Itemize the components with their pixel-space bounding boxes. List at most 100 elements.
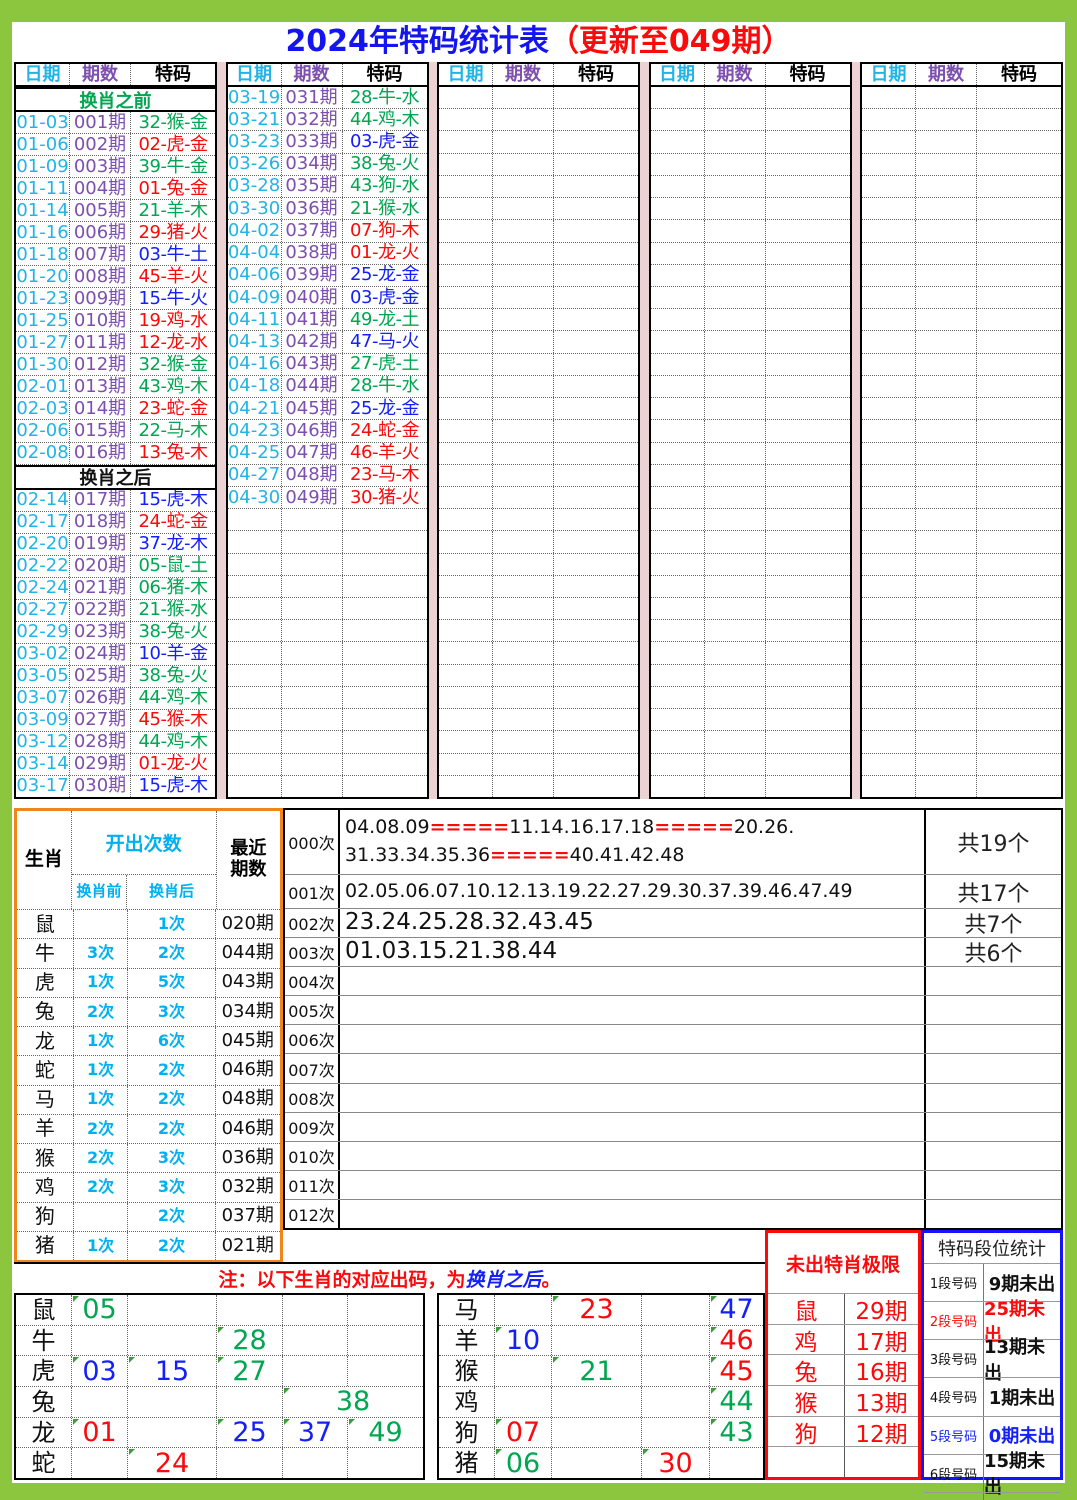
issue-cell — [916, 553, 977, 575]
issue-cell — [493, 642, 554, 664]
recent-issue: 044期 — [221, 942, 274, 964]
missing-zodiac-row: 鸡 17期 — [768, 1323, 918, 1356]
zodiac-label: 牛 — [16, 1325, 72, 1356]
issue-cell: 018期 — [70, 511, 131, 533]
occurrence-count-label: 001次 — [285, 875, 340, 908]
frequency-row: 010次 — [285, 1141, 1061, 1171]
empty-row — [227, 664, 427, 687]
column-group-separator — [640, 62, 649, 799]
number-list: 40.41.42.48 — [569, 844, 685, 866]
result-column-group: 日期 期数 特码 — [860, 62, 1063, 799]
issue-cell — [916, 731, 977, 753]
code-cell — [766, 243, 850, 264]
date-cell — [439, 620, 493, 642]
column-header-row: 日期 期数 特码 — [16, 64, 215, 87]
empty-cell — [495, 1356, 552, 1387]
result-row: 03-17 030期 15-虎-木 — [16, 775, 215, 797]
occurrence-count-label: 008次 — [285, 1083, 340, 1112]
zodiac-name: 马 — [17, 1085, 74, 1114]
code-cell: 15-虎-木 — [138, 775, 208, 797]
issue-cell: 048期 — [282, 464, 343, 486]
code-cell: 37-龙-木 — [138, 533, 208, 555]
recent-issue: 046期 — [221, 1117, 274, 1139]
result-row: 01-16 006期 29-猪-火 — [16, 222, 215, 245]
code-cell — [343, 731, 427, 752]
code-value-cell: 43 — [710, 1418, 763, 1448]
code-cell: 23-马-木 — [350, 464, 419, 486]
numbers-cell: 02.05.06.07.10.12.13.19.22.27.29.30.37.3… — [340, 875, 924, 908]
issue-cell: 037期 — [282, 220, 343, 242]
empty-cell — [642, 1417, 710, 1448]
code-cell — [766, 331, 850, 352]
issue-cell — [916, 109, 977, 131]
column-header-row: 日期 期数 特码 — [862, 64, 1061, 87]
draw-count-header: 开出次数 — [71, 811, 216, 875]
result-row: 04-23 046期 24-蛇-金 — [227, 420, 427, 443]
result-row: 01-25 010期 19-鸡-水 — [16, 310, 215, 333]
result-row: 04-06 039期 25-龙-金 — [227, 264, 427, 287]
issue-cell — [705, 553, 766, 575]
issue-cell — [705, 220, 766, 242]
recent-issue: 036期 — [221, 1146, 274, 1168]
date-cell — [439, 87, 493, 109]
date-cell: 03-19 — [227, 87, 282, 109]
code-cell — [977, 87, 1061, 108]
empty-row — [862, 664, 1061, 687]
section-header-row: 换肖之前 — [16, 87, 215, 113]
missing-zodiac-row: 鼠 29期 — [768, 1293, 918, 1325]
numbers-line: 31.33.34.35.36=====40.41.42.48 — [345, 842, 924, 870]
empty-cell — [217, 1448, 283, 1479]
date-cell — [651, 264, 705, 286]
code-cell — [766, 709, 850, 730]
code-cell — [766, 376, 850, 397]
date-cell — [439, 642, 493, 664]
missing-periods: 13期 — [855, 1390, 908, 1417]
issue-cell — [493, 353, 554, 375]
date-cell — [439, 242, 493, 264]
empty-cell — [642, 1387, 710, 1417]
empty-row — [650, 220, 850, 243]
date-cell — [439, 598, 493, 620]
date-cell: 02-08 — [16, 442, 70, 464]
zodiac-name: 鼠 — [768, 1294, 845, 1325]
code-cell — [554, 131, 638, 152]
missing-periods — [845, 1447, 918, 1477]
issue-cell — [916, 486, 977, 509]
result-row: 01-27 011期 12-龙-水 — [16, 332, 215, 355]
date-cell — [228, 531, 282, 553]
zodiac-label: 鸡 — [439, 1387, 495, 1417]
code-cell — [977, 109, 1061, 130]
empty-cell — [72, 1387, 128, 1417]
issue-cell — [493, 731, 554, 753]
issue-cell — [916, 131, 977, 153]
zodiac-name: 龙 — [17, 1027, 74, 1056]
empty-row — [650, 87, 850, 110]
code-cell — [977, 465, 1061, 486]
issue-cell — [916, 709, 977, 731]
empty-row — [439, 642, 638, 665]
date-cell: 01-09 — [16, 156, 70, 178]
code-value-cell: 23 — [552, 1295, 642, 1325]
zodiac-code-row: 鸡 44 — [439, 1387, 763, 1418]
date-cell — [862, 642, 916, 664]
code-cell — [554, 731, 638, 752]
code-cell: 44-鸡-木 — [350, 109, 419, 130]
date-cell: 01-16 — [16, 222, 70, 244]
code-cell — [554, 154, 638, 175]
zodiac-name: 狗 — [768, 1416, 845, 1448]
code-cell — [343, 598, 427, 619]
issue-cell: 025期 — [70, 665, 131, 687]
issue-cell — [916, 353, 977, 375]
code-value-cell: 10 — [495, 1325, 552, 1356]
date-cell: 04-18 — [227, 375, 282, 398]
segment-missing-value: 1期未出 — [988, 1387, 1056, 1409]
issue-cell: 036期 — [282, 198, 343, 220]
issue-cell: 033期 — [282, 131, 343, 153]
date-cell: 01-14 — [16, 200, 70, 222]
date-cell — [228, 620, 282, 642]
issue-cell — [282, 686, 343, 709]
empty-row — [227, 731, 427, 754]
empty-row — [650, 553, 850, 576]
occurrence-count-label: 002次 — [285, 909, 340, 938]
code-cell — [554, 709, 638, 730]
